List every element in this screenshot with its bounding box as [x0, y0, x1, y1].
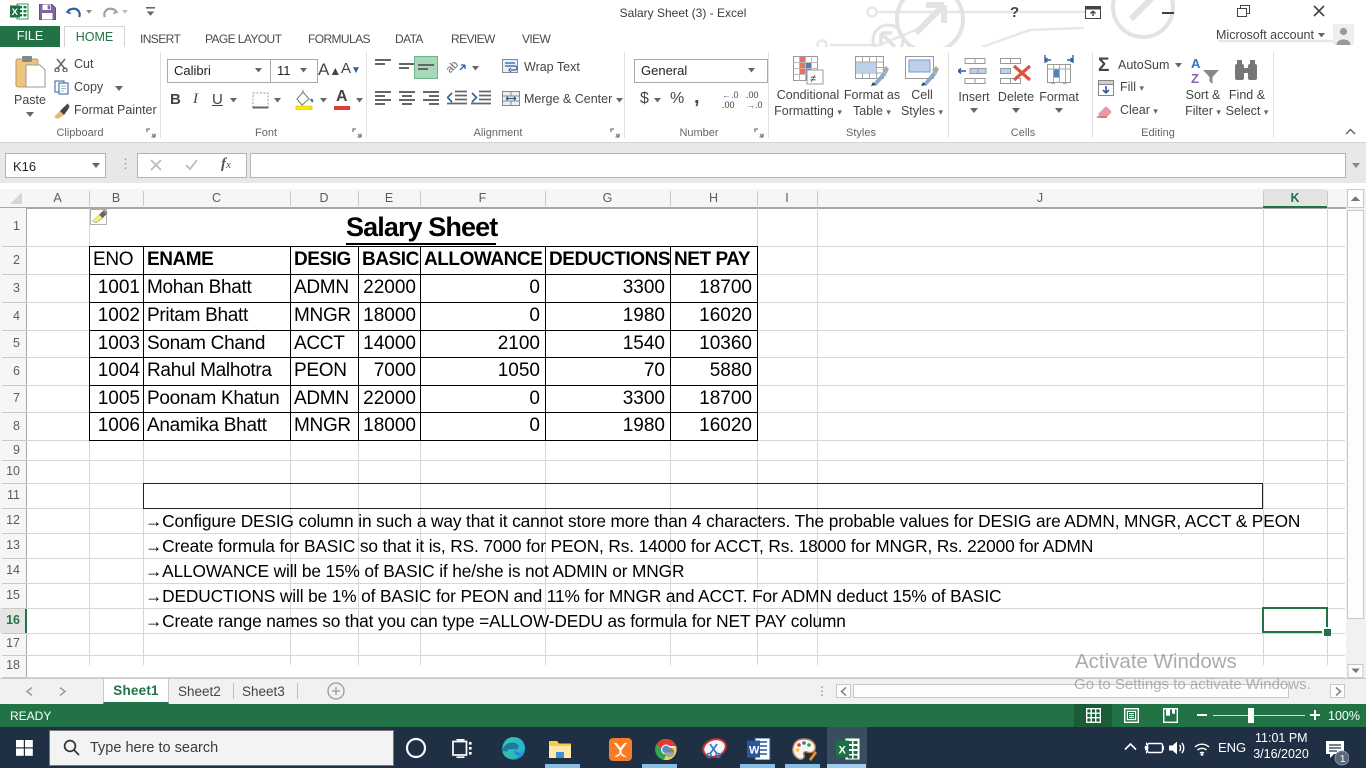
svg-text:≠: ≠: [810, 73, 816, 85]
svg-text:A: A: [1191, 56, 1201, 71]
svg-text:1: 1: [1340, 753, 1346, 765]
svg-text:ab: ab: [447, 59, 461, 76]
svg-text:W: W: [749, 745, 760, 757]
svg-text:Z: Z: [1191, 71, 1199, 86]
svg-text:X: X: [839, 745, 847, 757]
